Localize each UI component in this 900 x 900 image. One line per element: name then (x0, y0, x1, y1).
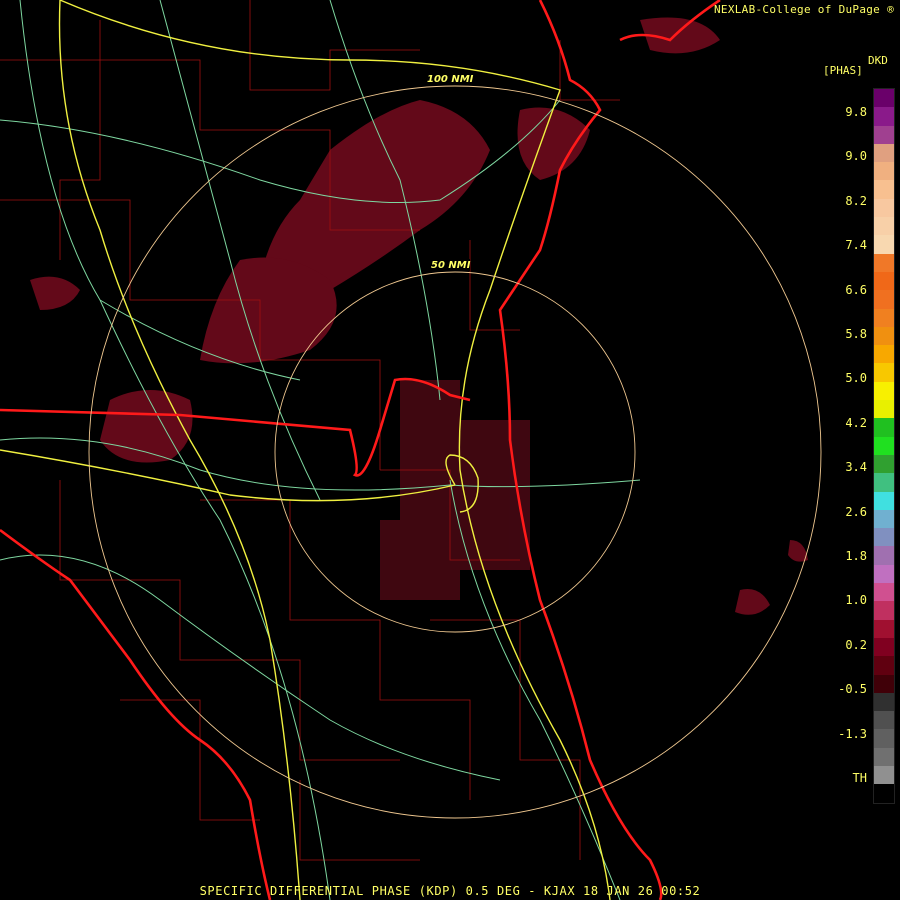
color-scale-tick: 0.2 (845, 637, 867, 652)
color-scale-segment (874, 345, 894, 364)
radar-map[interactable]: 50 NMI 100 NMI (0, 0, 900, 900)
color-scale-segment (874, 326, 894, 346)
color-scale-bar (873, 88, 895, 804)
color-scale-tick: TH (852, 771, 867, 785)
color-scale-segment (874, 253, 894, 272)
credit-label: NEXLAB-College of DuPage ® (714, 3, 894, 16)
color-scale-segment (874, 162, 894, 181)
color-scale-segment (874, 125, 894, 144)
color-scale-segment (874, 454, 894, 474)
color-scale-tick: 1.8 (845, 549, 867, 563)
color-scale-tick: 1.0 (845, 593, 867, 608)
color-scale-segment (874, 747, 894, 766)
color-scale-segment (874, 674, 894, 693)
color-scale-segment (874, 491, 894, 510)
range-label-50nmi: 50 NMI (431, 260, 471, 271)
color-scale-segment (874, 217, 894, 236)
color-scale-segment (874, 143, 894, 163)
color-scale-segment (874, 711, 894, 730)
color-scale-tick: 7.4 (845, 238, 867, 253)
color-scale-segment (874, 271, 894, 291)
color-scale-segment (874, 436, 894, 455)
color-scale-tick: -1.3 (838, 726, 867, 741)
color-scale-tick: 8.2 (845, 193, 867, 208)
color-scale-segment (874, 528, 894, 547)
color-scale-segment (874, 418, 894, 437)
color-scale-segment (874, 107, 894, 126)
color-scale-segment (874, 637, 894, 657)
color-scale-segment (874, 619, 894, 638)
color-scale-segment (874, 180, 894, 199)
color-scale-tick: 5.8 (845, 327, 867, 341)
reserved-r-icon: ® (887, 3, 894, 16)
color-scale-segment (874, 729, 894, 748)
product-footer: SPECIFIC DIFFERENTIAL PHASE (KDP) 0.5 DE… (199, 884, 701, 898)
color-scale-tick: 9.0 (845, 149, 867, 164)
color-scale-segment (874, 400, 894, 419)
color-scale-tick: 3.4 (845, 460, 867, 475)
color-scale-segment (874, 89, 894, 108)
color-scale-segment (874, 235, 894, 254)
color-scale-segment (874, 765, 894, 785)
color-scale-segment (874, 473, 894, 492)
color-scale-tick: 2.6 (845, 504, 867, 519)
color-scale-segment (874, 290, 894, 309)
color-scale-segment (874, 784, 894, 803)
color-scale-tick: 4.2 (845, 415, 867, 430)
unit-code-label: DKD (868, 54, 888, 67)
color-scale-segment (874, 583, 894, 602)
color-scale-segment (874, 656, 894, 675)
color-scale-segment (874, 601, 894, 620)
color-scale-tick: 9.8 (845, 105, 867, 119)
color-scale-segment (874, 546, 894, 565)
color-scale-tick: -0.5 (838, 682, 867, 697)
color-scale-segment (874, 363, 894, 382)
unit-name-label: [PHAS] (823, 64, 863, 77)
range-label-100nmi: 100 NMI (427, 74, 474, 85)
color-scale-tick: 5.0 (845, 371, 867, 386)
color-scale-segment (874, 564, 894, 584)
color-scale-segment (874, 381, 894, 401)
color-scale-tick: 6.6 (845, 282, 867, 297)
credit-text: NEXLAB-College of DuPage (713, 3, 881, 16)
color-scale-segment (874, 692, 894, 712)
color-scale-segment (874, 198, 894, 218)
color-scale-segment (874, 308, 894, 327)
color-scale-segment (874, 509, 894, 529)
